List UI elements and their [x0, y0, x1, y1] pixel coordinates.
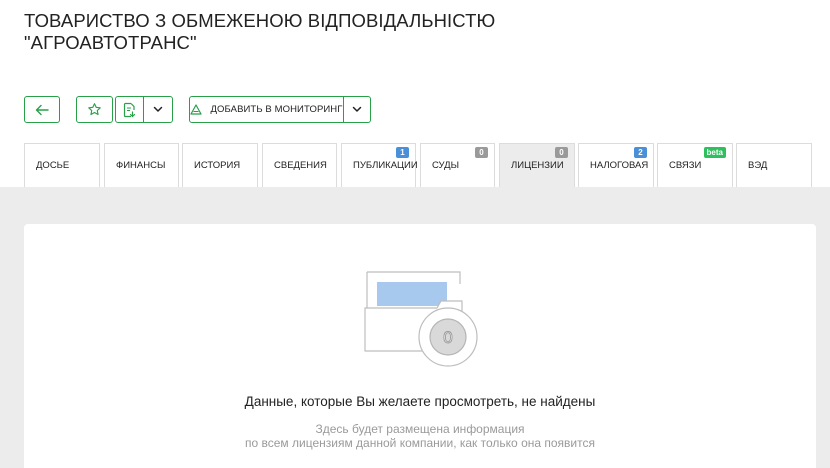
tab-publications[interactable]: ПУБЛИКАЦИИ 1 — [341, 143, 418, 187]
tab-label: ИСТОРИЯ — [194, 160, 241, 171]
tab-foreign-trade[interactable]: ВЭД — [736, 143, 812, 187]
tab-details[interactable]: СВЕДЕНИЯ — [262, 143, 337, 187]
favorite-button[interactable] — [76, 96, 113, 123]
empty-folder-illustration-icon: 0 — [364, 271, 478, 367]
publications-count-badge: 1 — [396, 147, 409, 158]
company-title-line1: ТОВАРИСТВО З ОБМЕЖЕНОЮ ВІДПОВІДАЛЬНІСТЮ — [24, 10, 496, 31]
tab-licenses[interactable]: ЛИЦЕНЗИИ 0 — [499, 143, 575, 187]
empty-state-title: Данные, которые Вы желаете просмотреть, … — [244, 394, 596, 409]
chevron-down-icon — [352, 106, 362, 112]
tab-courts[interactable]: СУДЫ 0 — [420, 143, 495, 187]
illustration-zero: 0 — [443, 328, 452, 347]
monitoring-dropdown-button[interactable] — [343, 96, 371, 123]
tab-dossier[interactable]: ДОСЬЕ — [24, 143, 100, 187]
empty-state-card: 0 Данные, которые Вы желаете просмотреть… — [24, 224, 816, 468]
company-title: ТОВАРИСТВО З ОБМЕЖЕНОЮ ВІДПОВІДАЛЬНІСТЮ … — [24, 10, 495, 54]
beta-badge: beta — [703, 147, 726, 158]
star-icon — [88, 103, 101, 116]
add-monitoring-button[interactable]: ДОБАВИТЬ В МОНИТОРИНГ — [189, 96, 344, 123]
export-dropdown-button[interactable] — [143, 96, 173, 123]
company-title-line2: "АГРОАВТОТРАНС" — [24, 32, 197, 53]
tab-finance[interactable]: ФИНАНСЫ — [104, 143, 179, 187]
tab-label: ФИНАНСЫ — [116, 160, 166, 171]
licenses-count-badge: 0 — [555, 147, 568, 158]
document-export-icon — [123, 102, 136, 117]
empty-state-subtitle-line2: по всем лицензиям данной компании, как т… — [245, 436, 595, 450]
tab-label: ПУБЛИКАЦИИ — [353, 160, 418, 171]
tab-label: СУДЫ — [432, 160, 459, 171]
export-button[interactable] — [115, 96, 144, 123]
tab-history[interactable]: ИСТОРИЯ — [182, 143, 258, 187]
tab-label: ЛИЦЕНЗИИ — [511, 160, 564, 171]
courts-count-badge: 0 — [475, 147, 488, 158]
section-tabs: ДОСЬЕ ФИНАНСЫ ИСТОРИЯ СВЕДЕНИЯ ПУБЛИКАЦИ… — [0, 143, 830, 187]
tab-label: НАЛОГОВАЯ — [590, 160, 649, 171]
chevron-down-icon — [153, 106, 163, 112]
tab-label: СВЯЗИ — [669, 160, 702, 171]
empty-state-subtitle: Здесь будет размещена информация по всем… — [24, 422, 816, 450]
empty-state-subtitle-line1: Здесь будет размещена информация — [315, 422, 525, 436]
add-monitoring-label: ДОБАВИТЬ В МОНИТОРИНГ — [210, 104, 343, 115]
tab-label: СВЕДЕНИЯ — [274, 160, 327, 171]
warning-triangle-icon — [190, 104, 203, 115]
tax-count-badge: 2 — [634, 147, 647, 158]
arrow-left-icon — [35, 104, 49, 115]
tab-tax[interactable]: НАЛОГОВАЯ 2 — [578, 143, 654, 187]
tab-connections[interactable]: СВЯЗИ beta — [657, 143, 733, 187]
tab-label: ДОСЬЕ — [36, 160, 70, 171]
tab-label: ВЭД — [748, 160, 768, 171]
back-button[interactable] — [24, 96, 60, 123]
